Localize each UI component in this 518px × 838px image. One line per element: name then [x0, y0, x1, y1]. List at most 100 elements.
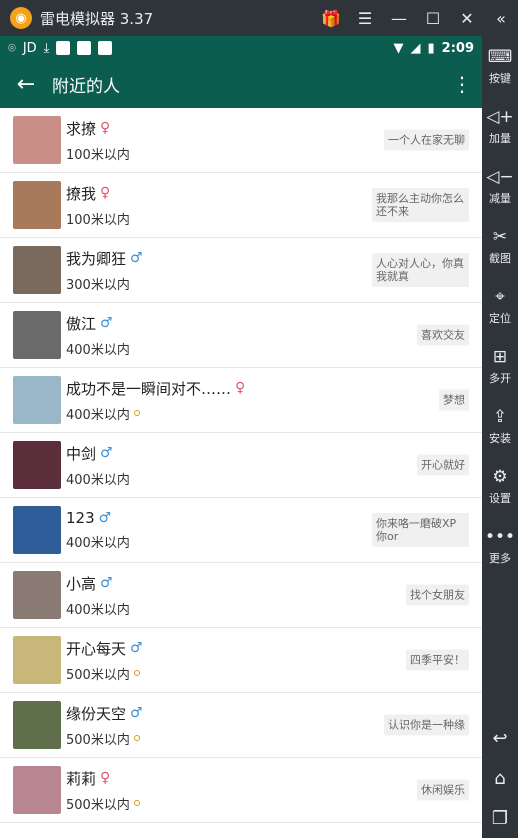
- distance: 400米以内: [66, 472, 130, 488]
- sidebar-item-label: 加量: [489, 131, 511, 145]
- overflow-menu-icon[interactable]: ⋮: [442, 72, 482, 96]
- signal-icon: ◢: [410, 40, 421, 56]
- avatar[interactable]: [13, 376, 61, 424]
- signature-bubble: 四季平安！: [406, 649, 469, 671]
- person-name: 我为卿狂: [66, 249, 127, 268]
- emulator-logo-icon: ◉: [10, 7, 32, 29]
- gift-icon[interactable]: 🎁: [314, 0, 348, 36]
- list-item[interactable]: 莉莉 ♀ 500米以内 休闲娱乐: [0, 758, 482, 823]
- notification-icon: [77, 41, 92, 55]
- person-name: 莉莉: [66, 769, 97, 788]
- male-icon: ♂: [100, 445, 113, 461]
- signature-bubble: 人心对人心，你真我就真: [372, 253, 469, 287]
- avatar[interactable]: [13, 701, 61, 749]
- distance: 400米以内: [66, 536, 130, 551]
- signature-bubble: 你来咯一磨破XP你or: [372, 513, 469, 547]
- settings-icon: ⚙: [492, 466, 508, 487]
- sidebar-item-label: 安装: [489, 431, 511, 445]
- list-item[interactable]: 傲江 ♂ 400米以内 喜欢交友: [0, 303, 482, 368]
- avatar[interactable]: [13, 636, 61, 684]
- list-item[interactable]: 撩我 ♀ 100米以内 我那么主动你怎么还不来: [0, 173, 482, 238]
- avatar[interactable]: [13, 506, 61, 554]
- list-item[interactable]: 求撩 ♀ 100米以内 一个人在家无聊: [0, 108, 482, 173]
- sidebar-item-scissors[interactable]: ✂ 截图: [482, 216, 518, 276]
- maximize-icon[interactable]: ☐: [416, 0, 450, 36]
- sidebar-item-volume-down[interactable]: ◁− 减量: [482, 156, 518, 216]
- male-icon: ♂: [130, 705, 143, 721]
- list-item[interactable]: 成功不是一瞬间对不…… ♀ 400米以内 梦想: [0, 368, 482, 433]
- qr-icon: [56, 41, 71, 55]
- download-icon: ⤓: [43, 40, 50, 56]
- female-icon: ♀: [235, 380, 246, 396]
- sidebar-item-more[interactable]: ••• 更多: [482, 516, 518, 576]
- person-name: 傲江: [66, 314, 97, 333]
- minimize-icon[interactable]: —: [382, 0, 416, 36]
- avatar[interactable]: [13, 311, 61, 359]
- sidebar-item-label: 更多: [489, 551, 511, 565]
- menu-icon[interactable]: ☰: [348, 0, 382, 36]
- home-icon[interactable]: ⌂: [482, 758, 518, 798]
- distance: 400米以内: [66, 602, 130, 618]
- emulator-title: 雷电模拟器 3.37: [40, 9, 154, 28]
- distance: 500米以内: [66, 732, 130, 748]
- sidebar-item-label: 设置: [489, 491, 511, 505]
- signature-bubble: 我那么主动你怎么还不来: [372, 188, 469, 222]
- location-status-icon: ⌾: [8, 40, 16, 56]
- back-arrow-icon[interactable]: ←: [0, 72, 52, 97]
- list-item[interactable]: 我为卿狂 ♂ 300米以内 人心对人心，你真我就真: [0, 238, 482, 303]
- online-dot-icon: [133, 735, 140, 741]
- avatar[interactable]: [13, 441, 61, 489]
- online-dot-icon: [133, 670, 140, 676]
- signature-bubble: 找个女朋友: [406, 584, 469, 606]
- avatar[interactable]: [13, 116, 61, 164]
- sidebar-item-settings[interactable]: ⚙ 设置: [482, 456, 518, 516]
- male-icon: ♂: [130, 640, 143, 656]
- list-item[interactable]: 小高 ♂ 400米以内 找个女朋友: [0, 563, 482, 628]
- sidebar-item-keyboard[interactable]: ⌨ 按键: [482, 36, 518, 96]
- scissors-icon: ✂: [492, 226, 508, 247]
- signature-bubble: 休闲娱乐: [417, 779, 469, 801]
- avatar[interactable]: [13, 571, 61, 619]
- male-icon: ♂: [100, 315, 113, 331]
- person-name: 撩我: [66, 184, 97, 203]
- online-dot-icon: [133, 410, 140, 416]
- female-icon: ♀: [100, 770, 111, 786]
- list-item[interactable]: 中剑 ♂ 400米以内 开心就好: [0, 433, 482, 498]
- back-nav-icon[interactable]: ↩: [482, 718, 518, 758]
- signature-bubble: 认识你是一种缘: [384, 714, 469, 736]
- person-name: 成功不是一瞬间对不……: [66, 379, 232, 398]
- person-name: 求撩: [66, 119, 97, 138]
- sidebar-item-volume-up[interactable]: ◁+ 加量: [482, 96, 518, 156]
- list-item[interactable]: 缘份天空 ♂ 500米以内 认识你是一种缘: [0, 693, 482, 758]
- person-name: 小高: [66, 574, 97, 593]
- list-item[interactable]: 123 ♂ 400米以内 你来咯一磨破XP你or: [0, 498, 482, 563]
- phone-screen: ⌾ JD ⤓ ▼ ◢ ▮ 2:09 ← 附近的人 ⋮ 求撩 ♀ 100米以内 一个人在…: [0, 36, 482, 838]
- sidebar-item-apk-install[interactable]: ⇪ 安装: [482, 396, 518, 456]
- volume-down-icon: ◁−: [486, 166, 514, 187]
- signature-bubble: 开心就好: [417, 454, 469, 476]
- distance: 500米以内: [66, 667, 130, 683]
- notification-icon-2: [98, 41, 113, 55]
- emulator-sidebar: ⌨ 按键 ◁+ 加量 ◁− 减量 ✂ 截图 ⌖ 定位 ⊞ 多开 ⇪ 安装 ⚙ 设置 ••• 更多 ↩ ⌂ ❐: [482, 36, 518, 838]
- people-list: 求撩 ♀ 100米以内 一个人在家无聊 撩我 ♀ 100米以内 我那么主动你怎么还不来 我为卿狂…: [0, 108, 482, 823]
- multi-open-icon: ⊞: [492, 346, 508, 367]
- sidebar-item-multi-open[interactable]: ⊞ 多开: [482, 336, 518, 396]
- close-icon[interactable]: ✕: [450, 0, 484, 36]
- wifi-icon: ▼: [393, 40, 404, 56]
- recents-icon[interactable]: ❐: [482, 798, 518, 838]
- list-item[interactable]: 开心每天 ♂ 500米以内 四季平安！: [0, 628, 482, 693]
- clock: 2:09: [441, 40, 474, 56]
- signature-bubble: 喜欢交友: [417, 324, 469, 346]
- distance: 100米以内: [66, 147, 130, 163]
- collapse-icon[interactable]: «: [484, 0, 518, 36]
- battery-icon: ▮: [427, 40, 435, 56]
- sidebar-item-location[interactable]: ⌖ 定位: [482, 276, 518, 336]
- avatar[interactable]: [13, 246, 61, 294]
- male-icon: ♂: [100, 575, 113, 591]
- volume-up-icon: ◁+: [486, 106, 514, 127]
- male-icon: ♂: [130, 250, 143, 266]
- avatar[interactable]: [13, 181, 61, 229]
- avatar[interactable]: [13, 766, 61, 814]
- person-name: 开心每天: [66, 639, 127, 658]
- distance: 500米以内: [66, 797, 130, 813]
